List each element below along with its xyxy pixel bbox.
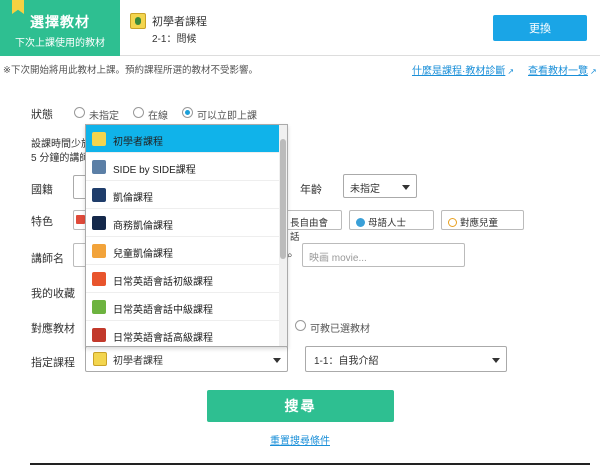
- status-option-available-now: 可以立即上課: [197, 111, 257, 122]
- status-radio-online[interactable]: [133, 107, 144, 118]
- chevron-down-icon: [492, 358, 500, 363]
- feature-chip-label: 母語人士: [368, 218, 407, 229]
- business-callan-icon: [92, 216, 106, 230]
- smiley-icon: [448, 218, 457, 227]
- dropdown-item-label: 日常英語會話高級課程: [113, 333, 213, 344]
- feature-chip-label: 長自由會話: [290, 218, 329, 243]
- status-label: 狀態: [31, 109, 53, 121]
- lesson-select[interactable]: 1-1：自我介紹: [305, 346, 507, 372]
- feature-chip-native-speaker[interactable]: 母語人士: [349, 210, 434, 230]
- dropdown-item[interactable]: 初學者課程: [86, 125, 281, 153]
- select-material-subtitle: 下次上課使用的教材: [15, 38, 105, 49]
- person-icon: [356, 218, 365, 227]
- age-select[interactable]: 未指定: [343, 174, 417, 198]
- chevron-down-icon: [273, 358, 281, 363]
- notice-row: ※下次開始將用此教材上課。預約課程所選的教材不受影響。 什麼是課程·教材診斷 ↗ …: [0, 62, 600, 77]
- side-by-side-icon: [92, 160, 106, 174]
- select-material-box: 選擇教材 下次上課使用的教材: [0, 0, 120, 56]
- lesson-select-value: 1-1：自我介紹: [314, 356, 379, 367]
- feature-chip-kids[interactable]: 對應兒童: [441, 210, 524, 230]
- feature-chip-label: 對應兒童: [460, 218, 499, 229]
- dropdown-item[interactable]: 兒童凱倫課程: [86, 237, 281, 265]
- material-radio-teachable[interactable]: [295, 320, 306, 331]
- dropdown-item-label: 凱倫課程: [113, 193, 153, 204]
- beginner-course-icon: [93, 352, 107, 366]
- status-radio-unspecified[interactable]: [74, 107, 85, 118]
- reset-search-link[interactable]: 重置搜尋條件: [0, 432, 600, 447]
- section-divider: [30, 463, 590, 465]
- daily-intermediate-icon: [92, 300, 106, 314]
- dropdown-item-label: 日常英語會話中級課程: [113, 305, 213, 316]
- age-label: 年齡: [300, 184, 322, 196]
- daily-advanced-icon: [92, 328, 106, 342]
- kids-callan-icon: [92, 244, 106, 258]
- feature-chip-free-conversation[interactable]: 長自由會話: [283, 210, 342, 243]
- dropdown-item-label: SIDE by SIDE課程: [113, 165, 196, 176]
- dropdown-item[interactable]: 日常英語會話初級課程: [86, 265, 281, 293]
- search-button[interactable]: 搜尋: [207, 390, 394, 422]
- course-select-value: 初學者課程: [113, 356, 163, 367]
- scrollbar-thumb[interactable]: [280, 139, 286, 259]
- external-link-icon: ↗: [507, 67, 515, 76]
- course-label: 指定課程: [31, 357, 75, 369]
- material-list-link-label: 查看教材一覽: [528, 66, 588, 77]
- current-course-lesson: 2-1：問候: [152, 34, 197, 45]
- dropdown-item[interactable]: SIDE by SIDE課程: [86, 153, 281, 181]
- dropdown-item[interactable]: 日常英語會話中級課程: [86, 293, 281, 321]
- status-radio-available-now[interactable]: [182, 107, 193, 118]
- material-list-link[interactable]: 查看教材一覽 ↗: [528, 62, 597, 77]
- notice-text: ※下次開始將用此教材上課。預約課程所選的教材不受影響。: [3, 65, 258, 76]
- current-material-banner: 選擇教材 下次上課使用的教材 初學者課程 2-1：問候 更換: [0, 0, 600, 56]
- teacher-name-label: 講師名: [31, 253, 64, 265]
- favorites-label: 我的收藏: [31, 288, 75, 300]
- select-material-title: 選擇教材: [30, 14, 90, 30]
- course-select[interactable]: 初學者課程: [85, 346, 288, 372]
- current-course-name: 初學者課程: [152, 16, 207, 28]
- age-select-value: 未指定: [350, 184, 380, 195]
- beginner-course-icon: [130, 13, 146, 29]
- material-option-teachable: 可教已選教材: [310, 324, 370, 335]
- material-label: 對應教材: [31, 323, 75, 335]
- chevron-down-icon: [402, 185, 410, 190]
- dropdown-item-label: 兒童凱倫課程: [113, 249, 173, 260]
- dropdown-scrollbar[interactable]: [279, 125, 287, 346]
- dropdown-item-label: 日常英語會話初級課程: [113, 277, 213, 288]
- movie-search-placeholder: 映画 movie...: [309, 253, 367, 264]
- what-is-course-link[interactable]: 什麼是課程·教材診斷 ↗: [412, 62, 514, 77]
- dropdown-item-label: 商務凱倫課程: [113, 221, 173, 232]
- dropdown-item[interactable]: 商務凱倫課程: [86, 209, 281, 237]
- status-option-online: 在線: [148, 111, 168, 122]
- external-link-icon: ↗: [590, 67, 597, 76]
- nationality-label: 國籍: [31, 184, 53, 196]
- course-dropdown-list[interactable]: 初學者課程 SIDE by SIDE課程 凱倫課程 商務凱倫課程 兒童凱倫課程 …: [85, 124, 288, 347]
- feature-label: 特色: [31, 216, 53, 228]
- time-label-line1: 設課時間少於: [31, 139, 91, 150]
- movie-search-input[interactable]: 映画 movie...: [302, 243, 465, 267]
- feature-icon: [76, 215, 85, 224]
- dropdown-item[interactable]: 凱倫課程: [86, 181, 281, 209]
- status-option-unspecified: 未指定: [89, 111, 119, 122]
- beginner-icon: [92, 132, 106, 146]
- daily-basic-icon: [92, 272, 106, 286]
- dropdown-item[interactable]: 日常英語會話高級課程: [86, 321, 281, 346]
- time-label-line2: 5 分鐘的講師: [31, 153, 90, 164]
- what-is-course-link-label: 什麼是課程·教材診斷: [412, 66, 506, 77]
- change-material-button[interactable]: 更換: [493, 15, 587, 41]
- dropdown-item-label: 初學者課程: [113, 137, 163, 148]
- callan-icon: [92, 188, 106, 202]
